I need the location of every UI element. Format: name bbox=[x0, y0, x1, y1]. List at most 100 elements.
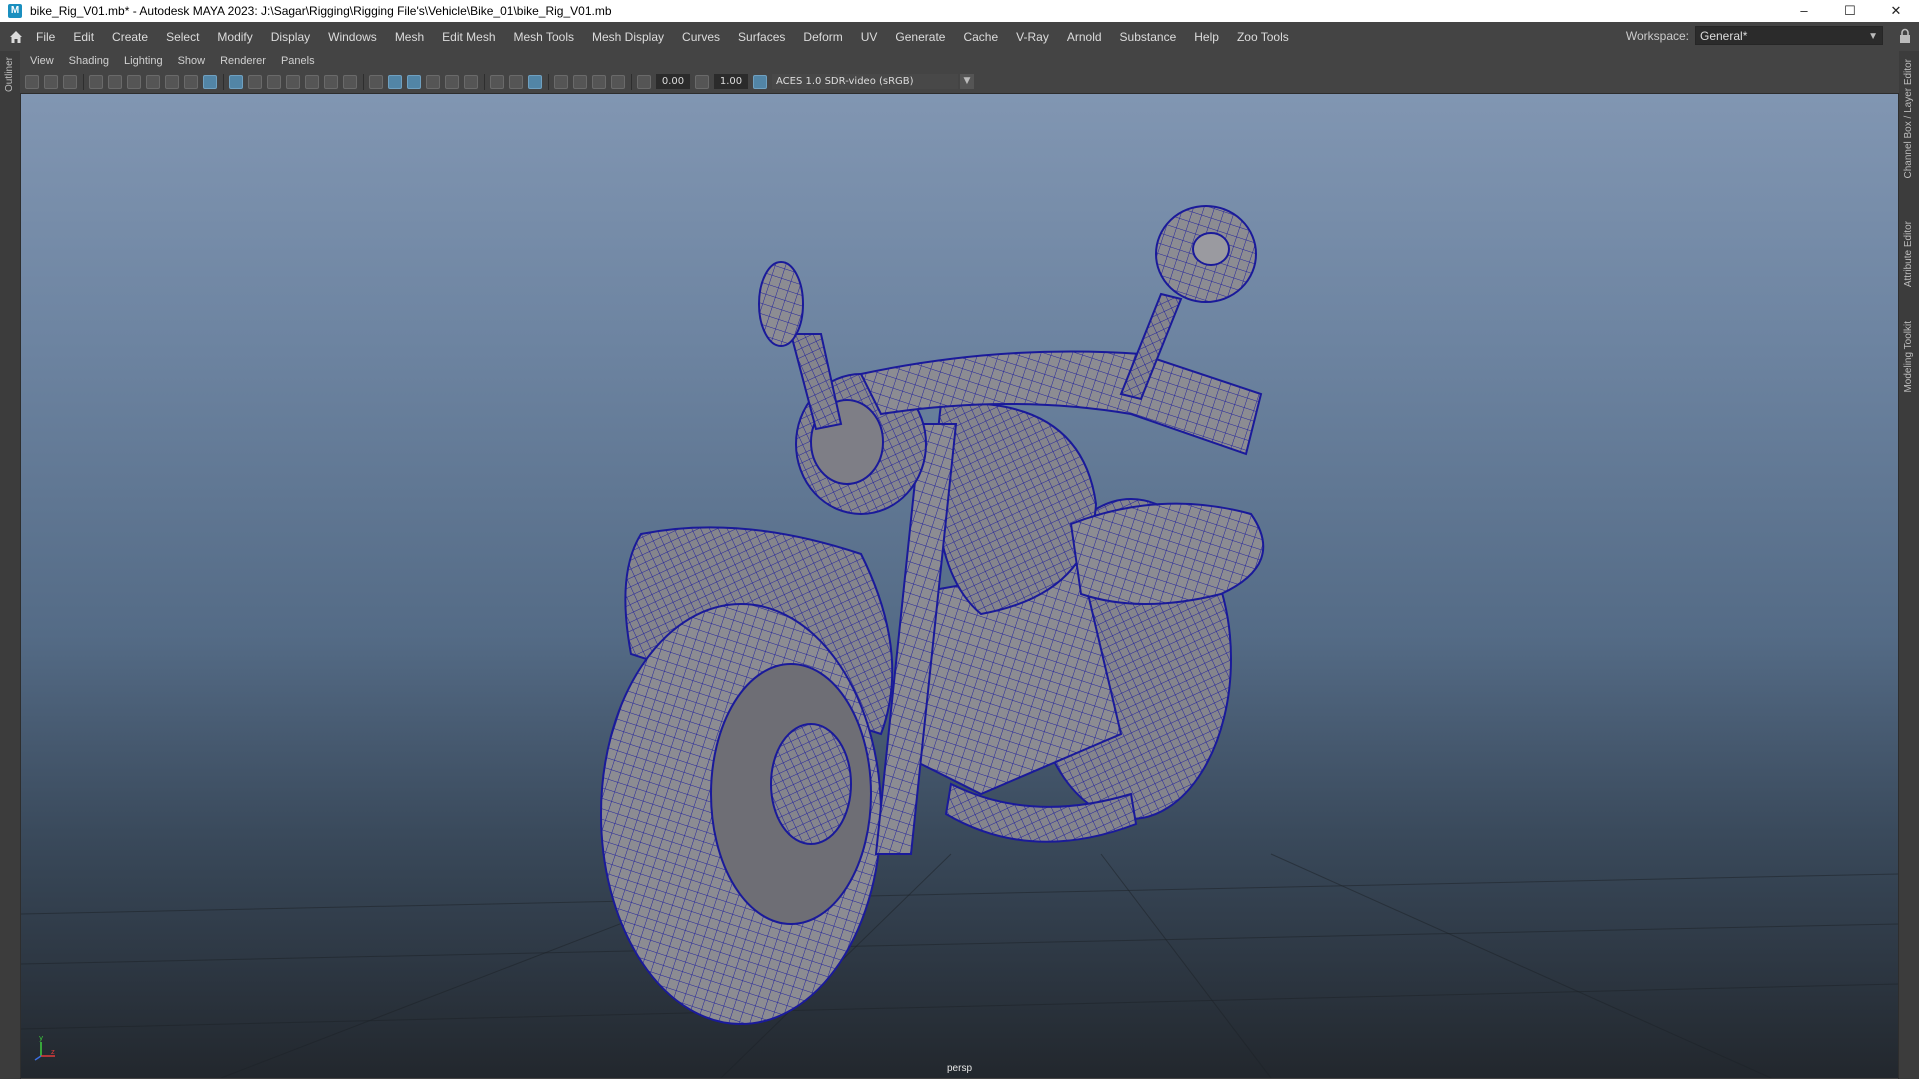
gate-mask-icon[interactable] bbox=[286, 74, 300, 89]
grease-pencil-icon[interactable] bbox=[127, 74, 141, 89]
window-title-bar: M bike_Rig_V01.mb* - Autodesk MAYA 2023:… bbox=[0, 0, 1919, 22]
snap-icon[interactable] bbox=[184, 74, 198, 89]
panel-menu-show[interactable]: Show bbox=[178, 55, 206, 67]
menu-modify[interactable]: Modify bbox=[217, 30, 252, 44]
panel-menu-view[interactable]: View bbox=[30, 55, 54, 67]
menu-substance[interactable]: Substance bbox=[1120, 30, 1177, 44]
toolbar-separator bbox=[484, 73, 485, 90]
view-transform-value: ACES 1.0 SDR-video (sRGB) bbox=[776, 76, 914, 87]
color-management-icon[interactable] bbox=[753, 74, 767, 89]
safe-title-icon[interactable] bbox=[343, 74, 357, 89]
wireframe-icon[interactable] bbox=[369, 74, 383, 89]
lock-icon[interactable] bbox=[1899, 28, 1911, 44]
image-plane-icon[interactable] bbox=[89, 74, 103, 89]
toolbar-separator bbox=[363, 73, 364, 90]
menu-create[interactable]: Create bbox=[112, 30, 148, 44]
gamma-field[interactable]: 1.00 bbox=[714, 74, 748, 89]
menu-cache[interactable]: Cache bbox=[963, 30, 998, 44]
home-icon[interactable] bbox=[8, 29, 24, 45]
menu-select[interactable]: Select bbox=[166, 30, 199, 44]
workspace-value: General* bbox=[1700, 29, 1748, 43]
menu-mesh-tools[interactable]: Mesh Tools bbox=[514, 30, 574, 44]
toolbar-separator bbox=[631, 73, 632, 90]
smooth-shade-icon[interactable] bbox=[388, 74, 402, 89]
isolate-select-icon[interactable] bbox=[554, 74, 568, 89]
toolbar-separator bbox=[83, 73, 84, 90]
camera-sequencer-icon[interactable] bbox=[165, 74, 179, 89]
workspace-label: Workspace: bbox=[1625, 28, 1689, 43]
window-controls: – ☐ ✕ bbox=[1781, 0, 1919, 22]
resolution-gate-icon[interactable] bbox=[267, 74, 281, 89]
xray-active-icon[interactable] bbox=[592, 74, 606, 89]
window-title: bike_Rig_V01.mb* - Autodesk MAYA 2023: J… bbox=[30, 4, 612, 18]
field-chart-icon[interactable] bbox=[305, 74, 319, 89]
menu-curves[interactable]: Curves bbox=[682, 30, 720, 44]
menu-file[interactable]: File bbox=[36, 30, 55, 44]
select-camera-icon[interactable] bbox=[25, 74, 39, 89]
outliner-tab[interactable]: Outliner bbox=[4, 57, 15, 92]
menu-arnold[interactable]: Arnold bbox=[1067, 30, 1102, 44]
xray-joints-icon[interactable] bbox=[573, 74, 587, 89]
minimize-button[interactable]: – bbox=[1781, 0, 1827, 22]
panel-menu-renderer[interactable]: Renderer bbox=[220, 55, 266, 67]
menu-help[interactable]: Help bbox=[1194, 30, 1219, 44]
main-menu-bar: File Edit Create Select Modify Display W… bbox=[0, 22, 1919, 52]
camera-name-label: persp bbox=[946, 1063, 973, 1074]
exposure-field[interactable]: 0.00 bbox=[656, 74, 690, 89]
menu-surfaces[interactable]: Surfaces bbox=[738, 30, 785, 44]
channel-box-tab[interactable]: Channel Box / Layer Editor bbox=[1903, 59, 1914, 179]
menu-edit-mesh[interactable]: Edit Mesh bbox=[442, 30, 495, 44]
wireframe-on-shaded-icon[interactable] bbox=[407, 74, 421, 89]
bookmark-icon[interactable] bbox=[63, 74, 77, 89]
menu-edit[interactable]: Edit bbox=[73, 30, 94, 44]
axis-z-label: z bbox=[51, 1048, 55, 1056]
antialiasing-icon[interactable] bbox=[528, 74, 542, 89]
maximize-button[interactable]: ☐ bbox=[1827, 0, 1873, 22]
panel-menu-panels[interactable]: Panels bbox=[281, 55, 315, 67]
grid-icon[interactable] bbox=[229, 74, 243, 89]
chevron-down-icon: ▼ bbox=[1868, 31, 1878, 42]
camera-attributes-icon[interactable] bbox=[44, 74, 58, 89]
panel-menu-lighting[interactable]: Lighting bbox=[124, 55, 163, 67]
modeling-toolkit-tab[interactable]: Modeling Toolkit bbox=[1903, 321, 1914, 393]
perspective-viewport[interactable]: y z persp bbox=[21, 94, 1898, 1078]
xray-icon[interactable] bbox=[426, 74, 440, 89]
left-mirror bbox=[758, 261, 804, 347]
menu-display[interactable]: Display bbox=[271, 30, 310, 44]
toolbar-separator bbox=[223, 73, 224, 90]
menu-vray[interactable]: V-Ray bbox=[1016, 30, 1049, 44]
shadows-icon[interactable] bbox=[490, 74, 504, 89]
texture-icon[interactable] bbox=[445, 74, 459, 89]
menu-zoo-tools[interactable]: Zoo Tools bbox=[1237, 30, 1289, 44]
axis-gizmo-icon: y z bbox=[34, 1034, 55, 1061]
lights-icon[interactable] bbox=[464, 74, 478, 89]
attribute-editor-tab[interactable]: Attribute Editor bbox=[1903, 221, 1914, 287]
safe-action-icon[interactable] bbox=[324, 74, 338, 89]
pencil-icon[interactable] bbox=[203, 74, 217, 89]
ambient-occlusion-icon[interactable] bbox=[509, 74, 523, 89]
menu-uv[interactable]: UV bbox=[861, 30, 878, 44]
toolbar-separator bbox=[548, 73, 549, 90]
film-gate-icon[interactable] bbox=[248, 74, 262, 89]
menu-mesh[interactable]: Mesh bbox=[395, 30, 424, 44]
right-mirror-glass bbox=[1192, 232, 1230, 266]
workspace-dropdown[interactable]: General* ▼ bbox=[1695, 26, 1883, 45]
motorcycle-wireframe-model[interactable] bbox=[21, 94, 1898, 1078]
panel-menu-bar: View Shading Lighting Show Renderer Pane… bbox=[20, 51, 1899, 70]
exposure-icon[interactable] bbox=[637, 74, 651, 89]
menu-mesh-display[interactable]: Mesh Display bbox=[592, 30, 664, 44]
view-transform-dropdown[interactable]: ACES 1.0 SDR-video (sRGB) ▼ bbox=[772, 74, 974, 89]
frame-icon[interactable] bbox=[611, 74, 625, 89]
2d-pan-zoom-icon[interactable] bbox=[108, 74, 122, 89]
left-side-strip: Outliner bbox=[0, 51, 21, 1079]
lock-camera-icon[interactable] bbox=[146, 74, 160, 89]
menu-generate[interactable]: Generate bbox=[895, 30, 945, 44]
axis-y-label: y bbox=[39, 1034, 43, 1042]
maya-app-icon: M bbox=[8, 4, 22, 18]
workspace-selector: Workspace: General* ▼ bbox=[1626, 26, 1883, 45]
close-button[interactable]: ✕ bbox=[1873, 0, 1919, 22]
menu-windows[interactable]: Windows bbox=[328, 30, 377, 44]
gamma-icon[interactable] bbox=[695, 74, 709, 89]
menu-deform[interactable]: Deform bbox=[803, 30, 842, 44]
panel-menu-shading[interactable]: Shading bbox=[69, 55, 109, 67]
